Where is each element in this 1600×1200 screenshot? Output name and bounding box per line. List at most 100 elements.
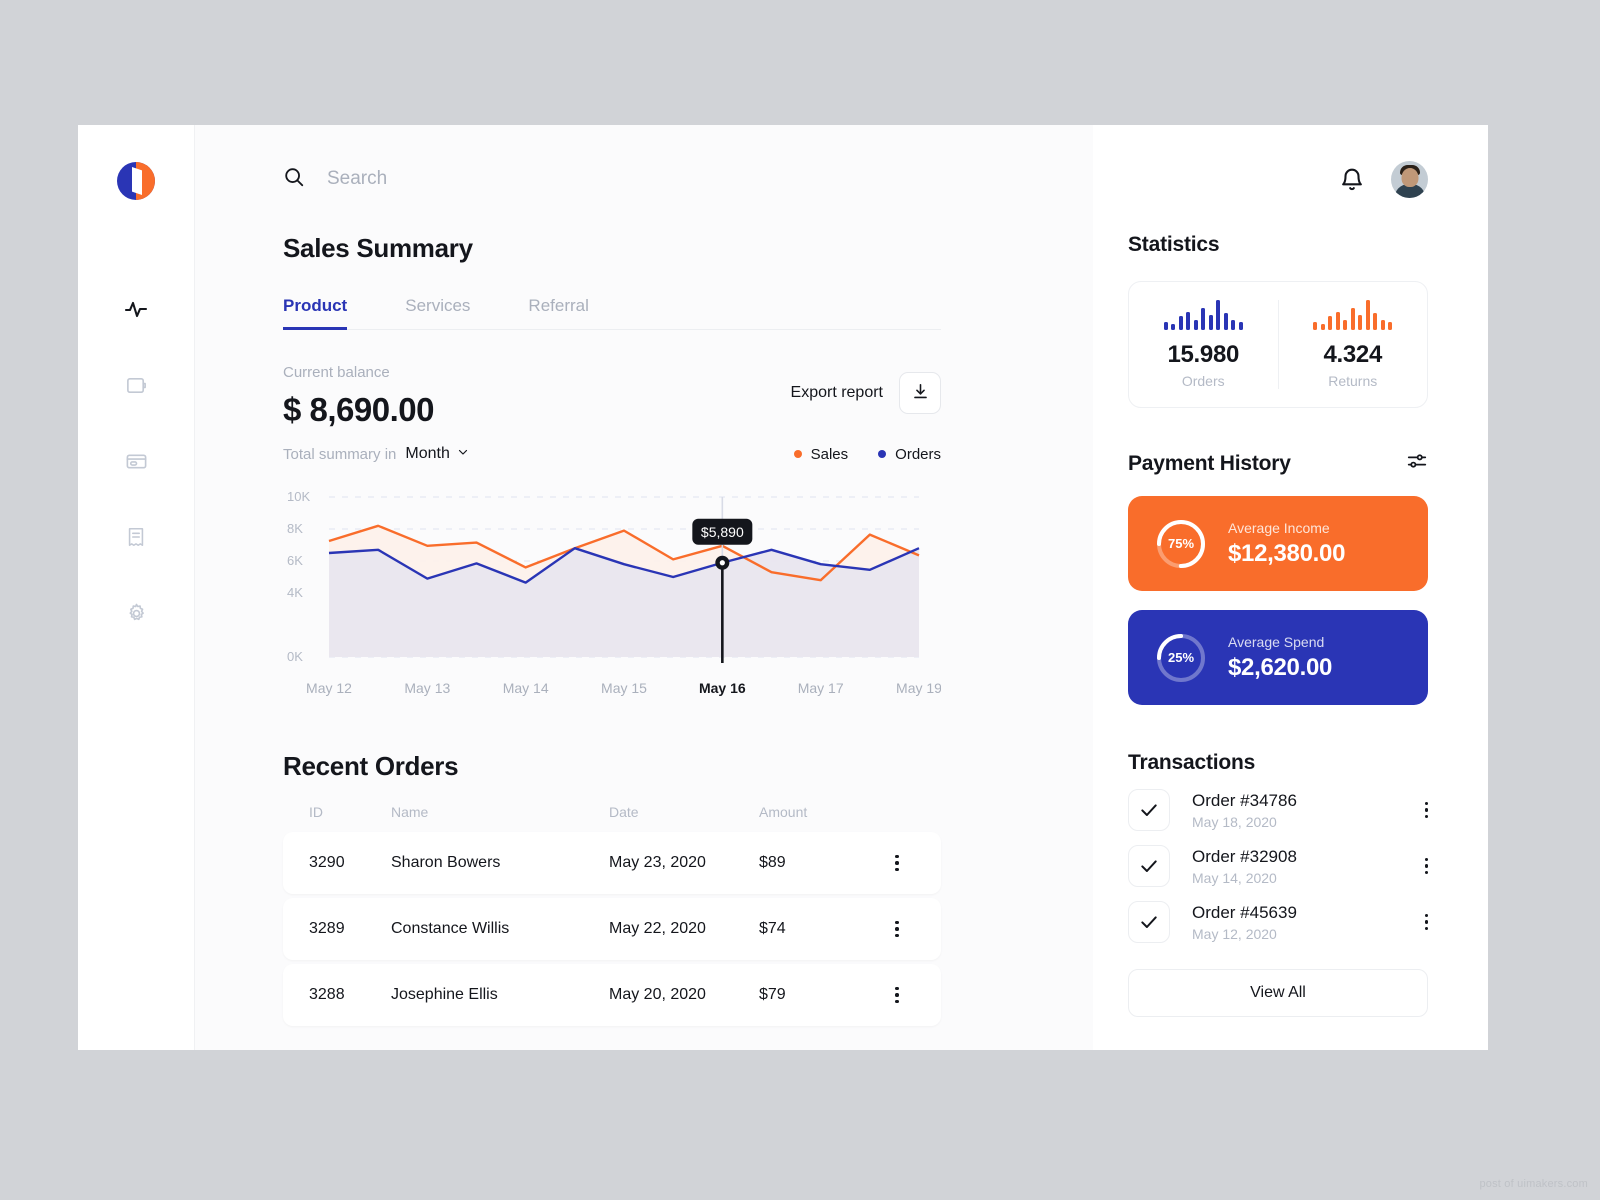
- sliders-icon[interactable]: [1406, 450, 1428, 477]
- stat-orders: 15.980 Orders: [1129, 300, 1278, 389]
- export-download-button[interactable]: [899, 372, 941, 414]
- donut-percent-income: 75%: [1167, 536, 1195, 551]
- balance-block: Current balance $ 8,690.00: [283, 364, 434, 429]
- app-window: Sales Summary Product Services Referral …: [78, 125, 1488, 1050]
- payment-card-average-income[interactable]: 75% Average Income $12,380.00: [1128, 496, 1428, 591]
- payment-history-title: Payment History: [1128, 451, 1291, 475]
- transaction-title: Order #45639: [1192, 902, 1297, 922]
- sidebar-item-cards[interactable]: [119, 444, 153, 478]
- main-content: Sales Summary Product Services Referral …: [195, 125, 1093, 1050]
- credit-card-icon: [125, 450, 148, 473]
- column-header-actions: [879, 804, 915, 820]
- sparkline-bar: [1388, 321, 1393, 330]
- sparkline-bar: [1201, 308, 1206, 330]
- kebab-menu-icon[interactable]: [1424, 913, 1428, 931]
- summary-row: Total summary in Month Sales Orders: [283, 445, 941, 463]
- summary-prefix-label: Total summary in: [283, 445, 397, 463]
- transaction-text: Order #34786 May 18, 2020: [1192, 791, 1403, 830]
- payment-label-income: Average Income: [1228, 519, 1330, 536]
- user-avatar[interactable]: [1391, 161, 1428, 198]
- period-select[interactable]: Month: [405, 445, 468, 463]
- chart-legend: Sales Orders: [793, 445, 941, 463]
- sidebar-item-wallet[interactable]: [119, 368, 153, 402]
- legend-label-sales: Sales: [810, 445, 849, 463]
- cell-id: 3288: [309, 986, 345, 1003]
- export-report-label[interactable]: Export report: [791, 384, 883, 402]
- balance-label: Current balance: [283, 364, 390, 381]
- list-item[interactable]: Order #34786 May 18, 2020: [1128, 789, 1428, 831]
- list-item[interactable]: Order #45639 May 12, 2020: [1128, 901, 1428, 943]
- payment-income-text: Average Income $12,380.00: [1228, 520, 1345, 568]
- search-input[interactable]: [327, 168, 667, 190]
- stat-label-returns: Returns: [1328, 373, 1378, 389]
- svg-text:8K: 8K: [287, 521, 303, 536]
- sparkline-bar: [1208, 315, 1213, 330]
- transactions-title: Transactions: [1128, 751, 1256, 774]
- svg-text:May 17: May 17: [798, 680, 844, 696]
- svg-text:May 15: May 15: [601, 680, 647, 696]
- sparkline-bar: [1238, 321, 1243, 330]
- payment-card-average-spend[interactable]: 25% Average Spend $2,620.00: [1128, 610, 1428, 705]
- balance-row: Current balance $ 8,690.00 Export report: [283, 364, 941, 429]
- view-all-button[interactable]: View All: [1128, 969, 1428, 1017]
- table-row[interactable]: 3288 Josephine Ellis May 20, 2020 $79: [283, 964, 941, 1026]
- sidebar-item-activity[interactable]: [119, 292, 153, 326]
- svg-text:10K: 10K: [287, 489, 310, 504]
- sparkline-bar: [1178, 316, 1183, 330]
- donut-average-spend: 25%: [1154, 631, 1208, 685]
- logo-sail-shape: [132, 167, 142, 195]
- chevron-down-icon: [457, 445, 469, 463]
- orders-table-body: 3290 Sharon Bowers May 23, 2020 $89 3289 Cons…: [283, 832, 941, 1026]
- stat-returns: 4.324 Returns: [1277, 300, 1428, 389]
- payment-history-header: Payment History: [1128, 450, 1428, 477]
- sidebar-item-settings[interactable]: [119, 596, 153, 630]
- donut-percent-spend: 25%: [1167, 650, 1195, 665]
- sidebar-item-invoices[interactable]: [119, 520, 153, 554]
- donut-average-income: 75%: [1154, 517, 1208, 571]
- kebab-menu-icon[interactable]: [879, 986, 915, 1004]
- check-icon[interactable]: [1128, 901, 1170, 943]
- page-title: Sales Summary: [283, 233, 473, 263]
- kebab-menu-icon[interactable]: [879, 854, 915, 872]
- tab-services[interactable]: Services: [405, 296, 470, 329]
- transaction-title: Order #34786: [1192, 790, 1297, 810]
- check-icon[interactable]: [1128, 789, 1170, 831]
- period-select-value: Month: [405, 445, 450, 462]
- cell-amount: $74: [759, 920, 786, 937]
- sparkline-bar: [1216, 300, 1221, 330]
- sparkline-bar: [1380, 319, 1385, 330]
- right-panel: Statistics 15.980 Orders 4.324 Returns P…: [1093, 125, 1488, 1050]
- balance-value: $ 8,690.00: [283, 391, 434, 428]
- app-logo[interactable]: [117, 162, 155, 200]
- tab-referral[interactable]: Referral: [528, 296, 588, 329]
- avatar-face: [1401, 168, 1418, 187]
- search-icon: [283, 166, 305, 193]
- column-header-date: Date: [609, 804, 639, 820]
- kebab-menu-icon[interactable]: [879, 920, 915, 938]
- check-icon[interactable]: [1128, 845, 1170, 887]
- sparkline-bar: [1373, 312, 1378, 330]
- kebab-menu-icon[interactable]: [1424, 857, 1428, 875]
- bell-icon[interactable]: [1339, 167, 1365, 193]
- table-row[interactable]: 3290 Sharon Bowers May 23, 2020 $89: [283, 832, 941, 894]
- sparkline-bar: [1223, 312, 1228, 330]
- watermark: post of uimakers.com: [1479, 1178, 1588, 1190]
- tab-product[interactable]: Product: [283, 296, 348, 330]
- list-item[interactable]: Order #32908 May 14, 2020: [1128, 845, 1428, 887]
- sparkline-bar: [1186, 311, 1191, 330]
- svg-text:$5,890: $5,890: [701, 524, 744, 540]
- legend-dot-orders: [878, 450, 887, 458]
- topbar: [195, 125, 1093, 233]
- svg-text:May 13: May 13: [404, 680, 450, 696]
- sparkline-bar: [1335, 311, 1340, 330]
- kebab-menu-icon[interactable]: [1424, 801, 1428, 819]
- sparkline-bar: [1365, 300, 1370, 330]
- main-area: Sales Summary Product Services Referral …: [195, 125, 1488, 1050]
- transaction-date: May 12, 2020: [1192, 925, 1277, 942]
- stat-label-orders: Orders: [1181, 373, 1225, 389]
- table-row[interactable]: 3289 Constance Willis May 22, 2020 $74: [283, 898, 941, 960]
- cell-name: Josephine Ellis: [391, 986, 498, 1003]
- column-header-amount: Amount: [759, 804, 808, 820]
- legend-dot-sales: [793, 450, 802, 458]
- sales-chart[interactable]: 10K 8K 6K 4K 0K May 12 May 13 May 14 May 15 May 1…: [283, 485, 941, 696]
